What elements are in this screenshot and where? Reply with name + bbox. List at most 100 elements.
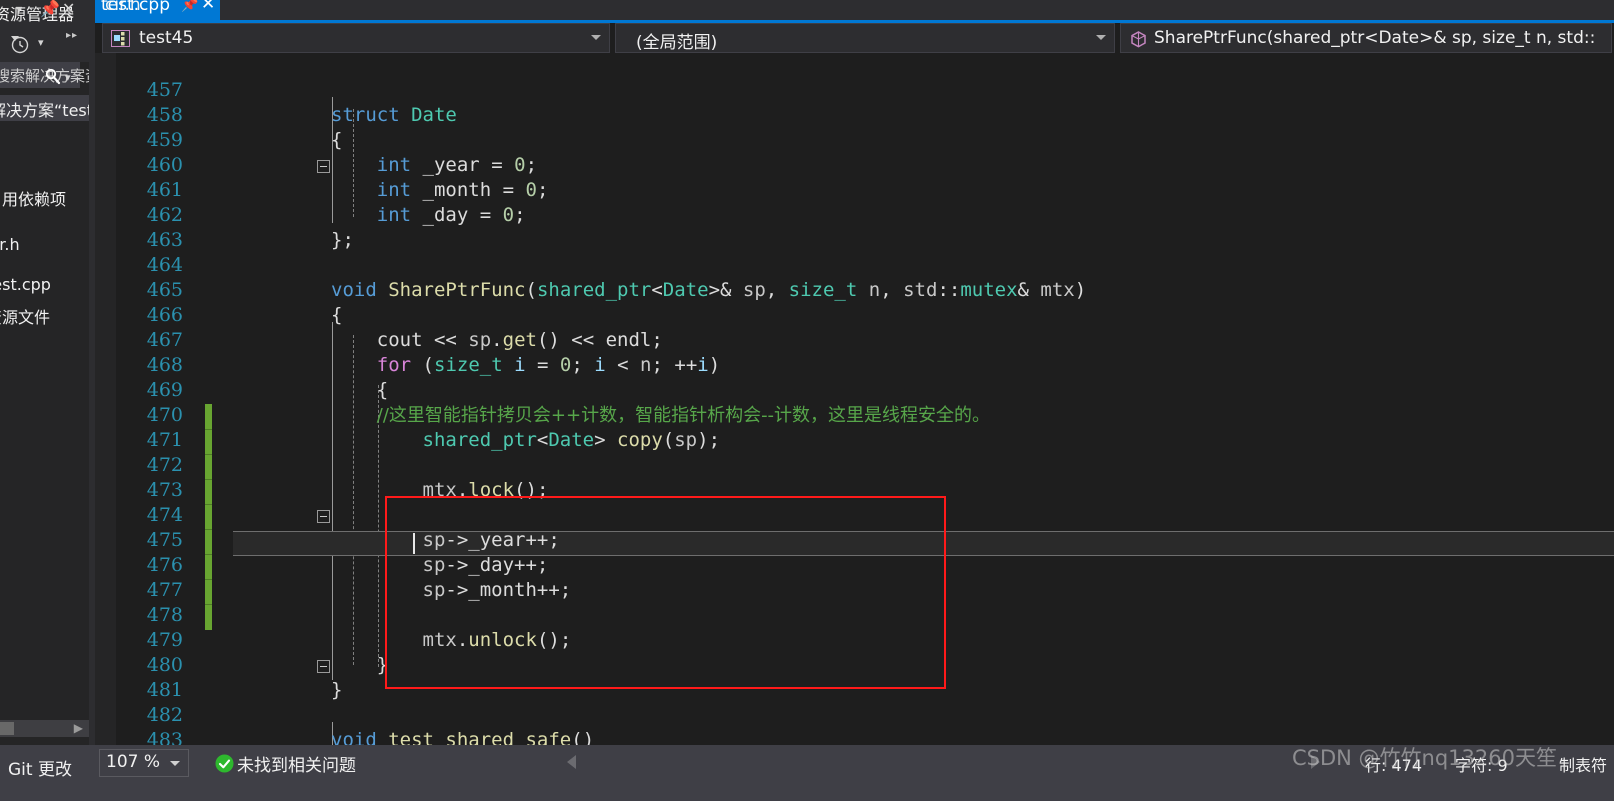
overflow-chevrons-icon[interactable]: ▸▸ [66, 30, 78, 41]
editor-navigation-bar: test45 (全局范围) SharePtrFunc(shared_ptr<Da… [95, 23, 1614, 53]
line-number: 464 [146, 254, 183, 276]
member-dropdown-label: SharePtrFunc(shared_ptr<Date>& sp, size_… [1154, 28, 1596, 48]
line-number: 467 [146, 329, 183, 351]
line-number: 471 [146, 429, 183, 451]
tree-item-resource-files[interactable]: 资源文件 [0, 304, 50, 328]
line-number: 468 [146, 354, 183, 376]
pin-icon[interactable]: 📌 [40, 0, 60, 18]
code-line[interactable]: 461 int _month = 0; [95, 178, 1614, 203]
line-number: 483 [146, 729, 183, 745]
tab-test-cpp[interactable]: test.cpp 📌 ✕ [95, 0, 220, 22]
code-line[interactable]: 482 [95, 703, 1614, 728]
git-changes-button[interactable]: Git 更改 [0, 745, 89, 801]
code-text: void SharePtrFunc(shared_ptr<Date>& sp, … [331, 279, 1087, 301]
code-line[interactable]: 460 int _year = 0; [95, 153, 1614, 178]
method-cube-icon [1129, 30, 1148, 54]
chevron-down-icon[interactable] [1096, 35, 1106, 40]
git-changes-label: Git 更改 [8, 760, 72, 780]
issue-status-text: 未找到相关问题 [237, 756, 356, 776]
code-text: } [331, 679, 343, 701]
tree-item-cir-h[interactable]: cir.h [0, 235, 20, 254]
code-line[interactable]: 481 } [95, 678, 1614, 703]
code-line[interactable]: 472 [95, 453, 1614, 478]
history-clock-icon[interactable] [6, 30, 32, 61]
triangle-right-icon[interactable] [1311, 755, 1320, 769]
line-number: 459 [146, 129, 183, 151]
line-number: 481 [146, 679, 183, 701]
line-number: 470 [146, 404, 183, 426]
code-line[interactable]: 477 sp->_month++; [95, 578, 1614, 603]
line-number: 469 [146, 379, 183, 401]
close-icon[interactable]: ✕ [201, 0, 215, 14]
code-line[interactable]: 479 mtx.unlock(); [95, 628, 1614, 653]
line-number: 466 [146, 304, 183, 326]
pin-icon[interactable]: 📌 [181, 0, 198, 13]
member-dropdown[interactable]: SharePtrFunc(shared_ptr<Date>& sp, size_… [1120, 23, 1612, 53]
code-line[interactable]: 465 void SharePtrFunc(shared_ptr<Date>& … [95, 278, 1614, 523]
code-line[interactable]: 473 mtx.lock(); [95, 478, 1614, 503]
code-line[interactable]: 468 for (size_t i = 0; i < n; ++i) [95, 353, 1614, 673]
code-editor[interactable]: 457 458 struct Date 459 { 460 int _year … [95, 53, 1614, 745]
solution-root-node[interactable]: 解决方案“test45”(1 个项目) [0, 95, 89, 121]
scrollbar-thumb[interactable] [0, 722, 14, 735]
close-icon[interactable]: ✕ [62, 0, 75, 18]
code-line[interactable]: 478 [95, 603, 1614, 628]
code-line[interactable]: 462 int _day = 0; [95, 203, 1614, 228]
scope-dropdown[interactable]: (全局范围) [615, 23, 1115, 53]
code-text: cout << sp.get() << endl; [376, 329, 663, 351]
code-line[interactable]: 457 [95, 78, 1614, 103]
code-text: shared_ptr<Date> copy(sp); [422, 429, 721, 451]
chevron-down-icon[interactable] [170, 761, 180, 766]
zoom-level-dropdown[interactable]: 107 % [99, 749, 189, 777]
zoom-level-value: 107 % [106, 752, 161, 772]
code-line[interactable]: 458 struct Date [95, 103, 1614, 173]
project-dropdown[interactable]: test45 [102, 23, 610, 53]
tree-item-references[interactable]: 引用依赖项 [0, 186, 66, 210]
code-text: for (size_t i = 0; i < n; ++i) [376, 354, 721, 376]
tree-item-test-cpp[interactable]: test.cpp [0, 275, 51, 294]
line-number: 457 [146, 79, 183, 101]
code-text: mtx.lock(); [422, 479, 549, 501]
chevron-right-icon[interactable]: ▶ [74, 721, 83, 735]
code-text: int _year = 0; [376, 154, 538, 176]
code-line[interactable]: 483 void test_shared_safe() [95, 728, 1614, 745]
scope-dropdown-label: (全局范围) [636, 33, 718, 53]
code-line[interactable]: 475 sp->_year++; [95, 528, 1614, 553]
check-circle-icon [214, 753, 235, 779]
search-input[interactable]: 搜索解决方案资源管理器 ▾ [0, 62, 89, 88]
chevron-down-icon[interactable]: ▾ [38, 36, 44, 49]
code-text: sp->_month++; [422, 579, 572, 601]
line-number: 477 [146, 579, 183, 601]
status-char-number: 字符: 9 [1455, 756, 1508, 775]
code-line[interactable]: 463 }; [95, 228, 1614, 253]
line-number: 474 [146, 504, 183, 526]
code-text: } [376, 654, 389, 676]
visual-studio-window: 资源管理器 ▾ 📌 ✕ ▾ ▸▸ 搜索解决方案资源管理器 [0, 0, 1614, 801]
code-comment: //这里智能指针拷贝会++计数，智能指针析构会--计数，这里是线程安全的。 [331, 405, 991, 426]
line-number: 478 [146, 604, 183, 626]
line-number: 473 [146, 479, 183, 501]
search-icon[interactable] [43, 67, 63, 92]
code-line[interactable]: 459 { [95, 128, 1614, 153]
code-line[interactable]: 474 [95, 503, 1614, 528]
solution-explorer-hscrollbar[interactable]: ▶ [0, 720, 89, 737]
tab-test-cpp-label: test.cpp [101, 0, 170, 15]
chevron-down-icon[interactable]: ▾ [65, 71, 71, 84]
solution-tree: 引用依赖项 cir.h test.cpp 资源文件 [0, 134, 89, 720]
code-line[interactable]: 476 sp->_day++; [95, 553, 1614, 578]
code-line[interactable]: 469 { [95, 378, 1614, 403]
status-bar: 107 % 未找到相关问题 行: 474 字符: 9 制表符 [89, 745, 1614, 801]
code-line[interactable]: 466 { [95, 303, 1614, 328]
solution-root-label: 解决方案“test45”(1 个项目) [0, 101, 89, 120]
triangle-left-icon[interactable] [567, 755, 576, 769]
chevron-down-icon[interactable]: ▾ [16, 0, 22, 18]
code-line[interactable]: 480 } [95, 653, 1614, 678]
code-line[interactable]: 464 [95, 253, 1614, 278]
code-line[interactable]: 467 cout << sp.get() << endl; [95, 328, 1614, 353]
code-text: int _day = 0; [376, 204, 526, 226]
chevron-down-icon[interactable] [591, 35, 601, 40]
code-text: struct Date [331, 104, 457, 126]
code-line[interactable]: 471 shared_ptr<Date> copy(sp); [95, 428, 1614, 453]
project-dropdown-label: test45 [139, 28, 194, 48]
code-line[interactable]: 470 //这里智能指针拷贝会++计数，智能指针析构会--计数，这里是线程安全的… [95, 403, 1614, 428]
